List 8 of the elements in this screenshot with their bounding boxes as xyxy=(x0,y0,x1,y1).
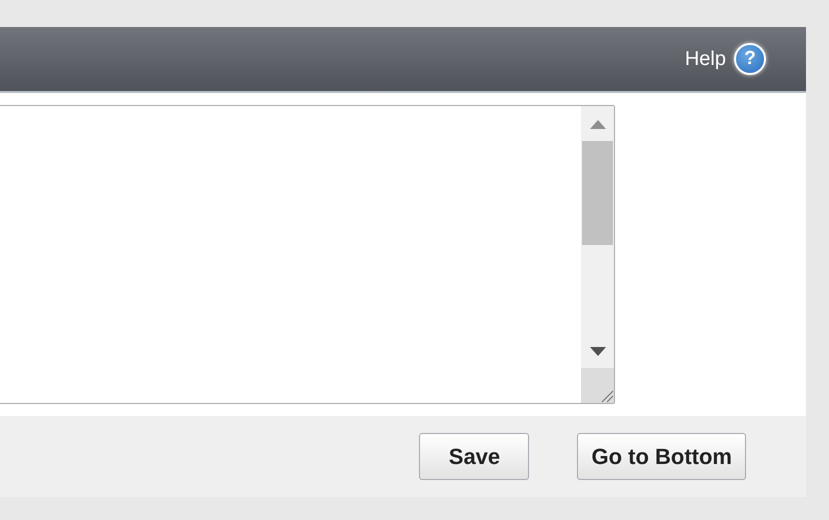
scroll-up-icon[interactable] xyxy=(590,120,606,129)
resize-grip-icon[interactable] xyxy=(600,389,614,403)
scrollbar[interactable] xyxy=(581,106,614,403)
action-button[interactable]: Save xyxy=(419,433,530,480)
scroll-down-icon[interactable] xyxy=(590,347,606,356)
action-button[interactable]: Go to Bottom xyxy=(577,433,746,480)
scroll-thumb[interactable] xyxy=(582,141,613,245)
help-link[interactable]: Help xyxy=(684,48,726,70)
